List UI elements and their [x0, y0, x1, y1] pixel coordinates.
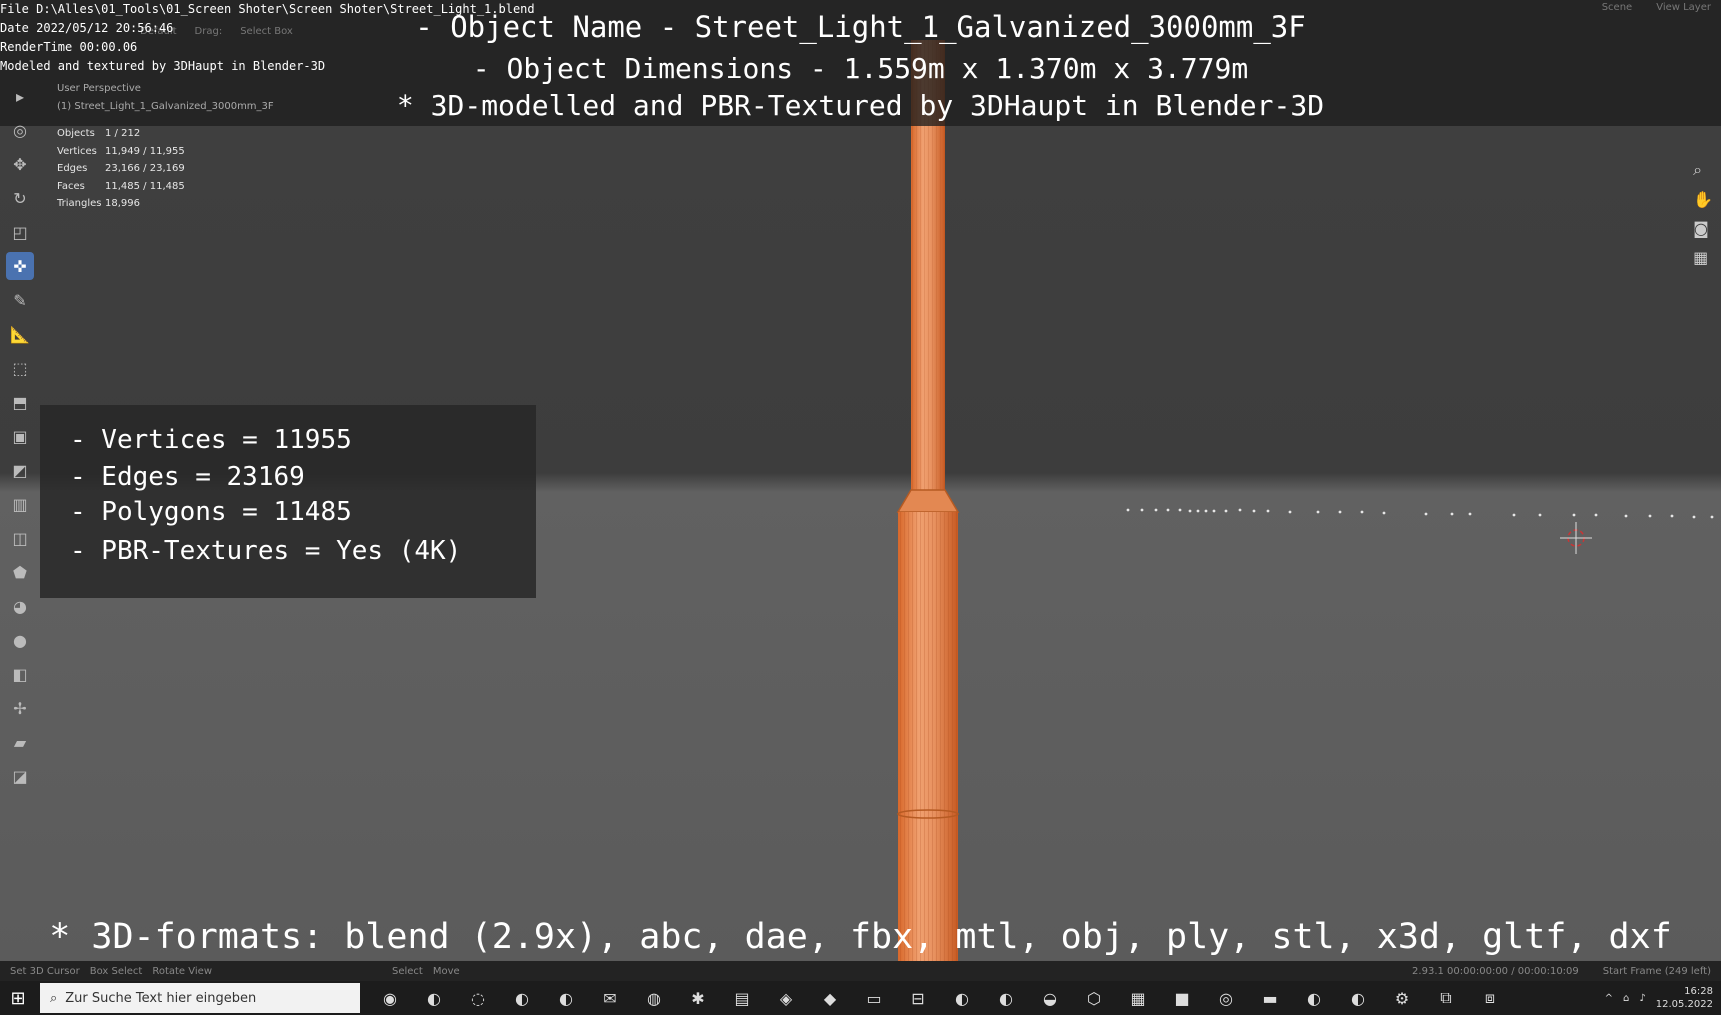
stat-row: Triangles 18,996 — [57, 198, 140, 210]
edges-count: - Edges = 23169 — [70, 462, 305, 492]
shear-tool-icon[interactable]: ▰ — [6, 728, 34, 756]
move-tool-icon[interactable]: ✥ — [6, 150, 34, 178]
app-icon[interactable]: ◆ — [816, 984, 844, 1012]
blender-icon[interactable]: ◐ — [552, 984, 580, 1012]
grid-icon[interactable]: ▦ — [1693, 248, 1713, 267]
textures-info: - PBR-Textures = Yes (4K) — [70, 536, 462, 566]
calendar-icon[interactable]: ▦ — [1124, 984, 1152, 1012]
status-select: Select — [392, 965, 423, 977]
poly-build-tool-icon[interactable]: ⬟ — [6, 558, 34, 586]
volume-icon[interactable]: ♪ — [1639, 993, 1645, 1004]
status-rotate-view: Rotate View — [152, 965, 212, 977]
pole-flange — [896, 489, 960, 513]
taskbar-search-input[interactable]: ⌕ Zur Suche Text hier eingeben — [40, 983, 360, 1013]
smooth-tool-icon[interactable]: ● — [6, 626, 34, 654]
blender-icon[interactable]: ◐ — [948, 984, 976, 1012]
scene-statistics: Objects 1 / 212 Vertices 11,949 / 11,955 E… — [57, 125, 185, 213]
3d-cursor-icon[interactable] — [1560, 522, 1592, 554]
modeled-by: Modeled and textured by 3DHaupt in Blend… — [0, 59, 326, 73]
mail-icon[interactable]: ✉ — [596, 984, 624, 1012]
status-bar: Set 3D Cursor Box Select Rotate View Sel… — [0, 961, 1721, 981]
system-tray: ^ ⌂ ♪ 16:28 12.05.2022 — [1605, 985, 1721, 1011]
blender-icon[interactable]: ◐ — [1300, 984, 1328, 1012]
status-move: Move — [432, 965, 460, 977]
windows-taskbar: ⊞ ⌕ Zur Suche Text hier eingeben ◉ ◐ ◌ ◐… — [0, 981, 1721, 1015]
scale-tool-icon[interactable]: ◰ — [6, 218, 34, 246]
blender-icon[interactable]: ◐ — [508, 984, 536, 1012]
stat-row: Objects 1 / 212 — [57, 128, 141, 139]
panda-icon[interactable]: ◒ — [1036, 984, 1064, 1012]
shrink-tool-icon[interactable]: ✢ — [6, 694, 34, 722]
windows-start-icon[interactable]: ⊞ — [0, 981, 36, 1015]
rotate-tool-icon[interactable]: ↻ — [6, 184, 34, 212]
loop-cut-tool-icon[interactable]: ▥ — [6, 490, 34, 518]
render-date: Date 2022/05/12 20:56:46 — [0, 21, 174, 35]
status-box-select: Box Select — [89, 965, 143, 977]
stat-row: Edges 23,166 / 23,169 — [57, 163, 185, 175]
app-icon[interactable]: ⧈ — [1476, 984, 1504, 1012]
status-start-frame: Start Frame (249 left) — [1602, 965, 1711, 977]
taskbar-clock[interactable]: 16:28 12.05.2022 — [1656, 985, 1713, 1011]
edge-browser-icon[interactable]: ◍ — [640, 984, 668, 1012]
folder-icon[interactable]: ▬ — [1256, 984, 1284, 1012]
app-icon[interactable]: ▤ — [728, 984, 756, 1012]
add-cube-tool-icon[interactable]: ⬚ — [6, 354, 34, 382]
blender-icon[interactable]: ◐ — [992, 984, 1020, 1012]
blender-icon[interactable]: ◐ — [420, 984, 448, 1012]
clock-time: 16:28 — [1684, 986, 1713, 997]
nvidia-icon[interactable]: ■ — [1168, 984, 1196, 1012]
measure-tool-icon[interactable]: 📐 — [6, 320, 34, 348]
render-time: RenderTime 00:00.06 — [0, 40, 138, 54]
status-set-cursor: Set 3D Cursor — [10, 965, 80, 977]
pan-hand-icon[interactable]: ✋ — [1693, 190, 1713, 209]
app-icon[interactable]: ◎ — [1212, 984, 1240, 1012]
app-icon[interactable]: ⧉ — [1432, 984, 1460, 1012]
blender-icon[interactable]: ◐ — [1344, 984, 1372, 1012]
3d-viewport[interactable]: Default Drag: Select Box Scene View Laye… — [0, 0, 1721, 965]
settings-gear-icon[interactable]: ⚙ — [1388, 984, 1416, 1012]
stat-row: Vertices 11,949 / 11,955 — [57, 145, 185, 157]
tool-shelf: ▸ ◎ ✥ ↻ ◰ ✜ ✎ 📐 ⬚ ⬒ ▣ ◩ ▥ ◫ ⬟ ◕ ● ◧ ✢ ▰ … — [6, 82, 40, 790]
inset-tool-icon[interactable]: ▣ — [6, 422, 34, 450]
file-path: File D:\Alles\01_Tools\01_Screen Shoter\… — [0, 2, 535, 16]
clock-date: 12.05.2022 — [1655, 999, 1713, 1010]
network-icon[interactable]: ⌂ — [1623, 993, 1629, 1004]
ground-vertices — [1126, 508, 1714, 519]
unity-icon[interactable]: ◌ — [464, 984, 492, 1012]
stat-row: Faces 11,485 / 11,485 — [57, 180, 185, 192]
rip-tool-icon[interactable]: ◪ — [6, 762, 34, 790]
app-icon[interactable]: ✱ — [684, 984, 712, 1012]
edge-slide-tool-icon[interactable]: ◧ — [6, 660, 34, 688]
render-info: File D:\Alles\01_Tools\01_Screen Shoter\… — [0, 0, 535, 76]
app-icon[interactable]: ◈ — [772, 984, 800, 1012]
status-version: 2.93.1 00:00:00:00 / 00:00:10:09 — [1412, 965, 1579, 977]
chevron-up-icon[interactable]: ^ — [1605, 993, 1613, 1004]
knife-tool-icon[interactable]: ◫ — [6, 524, 34, 552]
camera-icon[interactable]: ◙ — [1693, 219, 1713, 238]
cube-icon[interactable]: ⬡ — [1080, 984, 1108, 1012]
search-icon: ⌕ — [50, 990, 58, 1006]
credit-text: * 3D-modelled and PBR-Textured by 3DHaup… — [396, 89, 1325, 122]
polygons-count: - Polygons = 11485 — [70, 497, 352, 527]
app-icon[interactable]: ⊟ — [904, 984, 932, 1012]
search-placeholder: Zur Suche Text hier eingeben — [65, 990, 257, 1006]
annotate-tool-icon[interactable]: ✎ — [6, 286, 34, 314]
bevel-tool-icon[interactable]: ◩ — [6, 456, 34, 484]
extrude-tool-icon[interactable]: ⬒ — [6, 388, 34, 416]
vertices-count: - Vertices = 11955 — [70, 425, 352, 455]
formats-text: * 3D-formats: blend (2.9x), abc, dae, fb… — [49, 917, 1672, 957]
terminal-icon[interactable]: ▭ — [860, 984, 888, 1012]
transform-tool-icon[interactable]: ✜ — [6, 252, 34, 280]
zoom-icon[interactable]: ⌕ — [1693, 160, 1713, 180]
spin-tool-icon[interactable]: ◕ — [6, 592, 34, 620]
navigation-gizmo: ⌕ ✋ ◙ ▦ — [1693, 160, 1713, 267]
model-stats-panel: - Vertices = 11955 - Edges = 23169 - Pol… — [40, 405, 536, 598]
firefox-icon[interactable]: ◉ — [376, 984, 404, 1012]
